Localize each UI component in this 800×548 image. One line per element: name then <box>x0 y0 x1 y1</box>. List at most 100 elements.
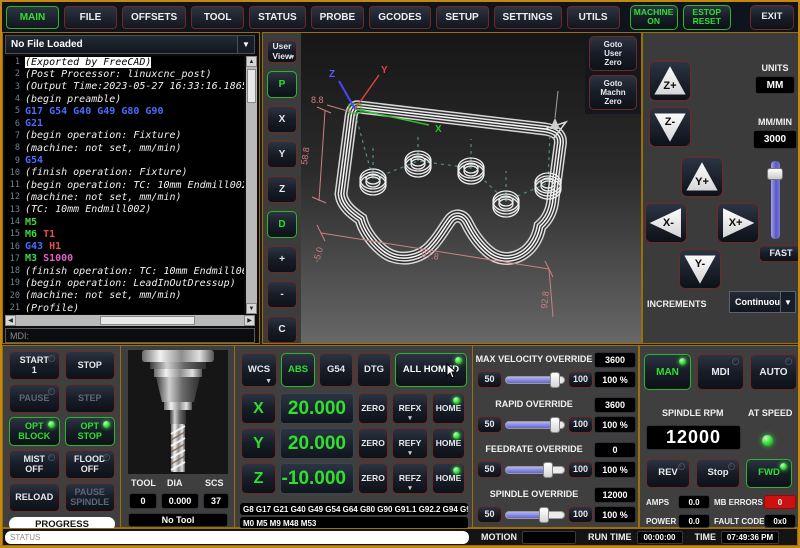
hscroll-thumb[interactable] <box>100 316 195 325</box>
exit-button[interactable]: EXIT <box>750 5 794 30</box>
slider-handle[interactable] <box>550 372 560 388</box>
gcode-line[interactable]: 3(Output Time:2023-05-27 16:33:16.1865 <box>5 81 244 93</box>
gcode-editor[interactable]: 1(Exported by FreeCAD)2(Post Processor: … <box>5 56 244 314</box>
goto-machine-zero-button[interactable]: Goto Machn Zero <box>589 75 637 110</box>
tab-setup[interactable]: SETUP <box>436 6 489 29</box>
ref-y-button[interactable]: REFY▾ <box>392 428 428 459</box>
gcode-line[interactable]: 19(begin operation: LeadInOutDressup) <box>5 277 244 289</box>
mode-man-button[interactable]: MAN <box>644 354 691 390</box>
jog-z-minus-button[interactable]: Z- <box>649 107 691 147</box>
override-min-spindle-button[interactable]: 50 <box>477 506 502 523</box>
ref-z-button[interactable]: REFZ▾ <box>392 463 428 494</box>
tab-offsets[interactable]: OFFSETS <box>122 6 186 29</box>
tab-utils[interactable]: UTILS <box>567 6 620 29</box>
gcode-line[interactable]: 21(Profile) <box>5 302 244 314</box>
estop-reset-button[interactable]: ESTOP RESET <box>683 5 731 30</box>
mode-auto-button[interactable]: AUTO <box>750 354 797 390</box>
mdi-input[interactable]: MDI: <box>5 328 255 343</box>
zero-x-button[interactable]: ZERO <box>358 393 388 424</box>
gcode-line[interactable]: 2(Post Processor: linuxcnc_post) <box>5 68 244 80</box>
gcode-line[interactable]: 14M5 <box>5 216 244 228</box>
gcode-line[interactable]: 8(machine: not set, mm/min) <box>5 142 244 154</box>
override-min-feedrate-button[interactable]: 50 <box>477 461 502 478</box>
scroll-down-icon[interactable]: ▼ <box>246 303 257 314</box>
wcs-system-button[interactable]: G54 <box>319 353 353 387</box>
slider-handle[interactable] <box>550 417 560 433</box>
gcode-line[interactable]: 17M3 S1000 <box>5 253 244 265</box>
scroll-up-icon[interactable]: ▲ <box>246 56 257 67</box>
view-button-x[interactable]: X <box>267 106 297 133</box>
mist-button[interactable]: MIST OFF <box>9 450 60 479</box>
jog-speed-slider[interactable] <box>771 161 780 239</box>
abs-button[interactable]: ABS <box>281 353 315 387</box>
home-z-button[interactable]: HOME <box>432 463 465 494</box>
override-min-max-velocity-button[interactable]: 50 <box>477 371 502 388</box>
gcode-line[interactable]: 16G43 H1 <box>5 240 244 252</box>
axis-x-button[interactable]: X <box>241 393 276 424</box>
file-combo[interactable]: No File Loaded ▼ <box>5 35 255 54</box>
override-slider-feedrate[interactable] <box>505 466 565 474</box>
step-button[interactable]: STEP <box>65 384 116 413</box>
jog-x-minus-button[interactable]: X- <box>645 203 687 243</box>
jog-z-plus-button[interactable]: Z+ <box>649 61 691 101</box>
tab-probe[interactable]: PROBE <box>311 6 365 29</box>
view-button-c[interactable]: C <box>267 316 297 343</box>
gcode-line[interactable]: 20(machine: not set, mm/min) <box>5 290 244 302</box>
pause-spindle-button[interactable]: PAUSE SPINDLE <box>65 483 116 512</box>
view-button-z[interactable]: Z <box>267 176 297 203</box>
view-button-p[interactable]: P <box>267 71 297 98</box>
tab-file[interactable]: FILE <box>64 6 117 29</box>
chevron-down-icon[interactable]: ▼ <box>780 292 795 312</box>
goto-user-zero-button[interactable]: Goto User Zero <box>589 36 637 71</box>
chevron-down-icon[interactable]: ▼ <box>237 36 254 53</box>
gcode-line[interactable]: 6G21 <box>5 117 244 129</box>
spindle-stop-button[interactable]: Stop <box>696 459 740 488</box>
gcode-line[interactable]: 10(finish operation: Fixture) <box>5 167 244 179</box>
gcode-line[interactable]: 11(begin operation: TC: 10mm Endmill002 <box>5 179 244 191</box>
opt-stop-button[interactable]: OPT STOP <box>65 417 116 446</box>
axis-z-button[interactable]: Z <box>241 463 276 494</box>
wcs-button[interactable]: WCS ▼ <box>241 353 277 387</box>
machine-on-button[interactable]: MACHINE ON <box>630 5 678 30</box>
increments-combo[interactable]: Continuous ▼ <box>729 291 796 313</box>
dtg-button[interactable]: DTG <box>357 353 391 387</box>
view-button-minus[interactable]: - <box>267 281 297 308</box>
override-max-spindle-button[interactable]: 100 <box>568 506 593 523</box>
cycle-start-button[interactable]: START 1 <box>9 351 60 380</box>
gcode-line[interactable]: 5G17 G54 G40 G49 G80 G90 <box>5 105 244 117</box>
fast-button[interactable]: FAST <box>759 245 800 262</box>
axis-y-button[interactable]: Y <box>241 428 276 459</box>
horizontal-scrollbar[interactable]: ◀ ▶ <box>5 315 255 326</box>
jog-y-minus-button[interactable]: Y- <box>679 249 721 289</box>
gcode-line[interactable]: 1(Exported by FreeCAD) <box>5 56 244 68</box>
spindle-fwd-button[interactable]: FWD <box>746 459 792 488</box>
slider-handle[interactable] <box>767 168 783 180</box>
view-button-d[interactable]: D <box>267 211 297 238</box>
jog-x-plus-button[interactable]: X+ <box>717 203 759 243</box>
reload-button[interactable]: RELOAD <box>9 483 60 512</box>
pause-button[interactable]: PAUSE <box>9 384 60 413</box>
override-slider-rapid[interactable] <box>505 421 565 429</box>
zero-z-button[interactable]: ZERO <box>358 463 388 494</box>
slider-handle[interactable] <box>543 462 553 478</box>
tab-main[interactable]: MAIN <box>6 6 59 29</box>
override-slider-max-velocity[interactable] <box>505 376 565 384</box>
gcode-line[interactable]: 15M6 T1 <box>5 228 244 240</box>
flood-button[interactable]: FLOOD OFF <box>65 450 116 479</box>
tab-settings[interactable]: SETTINGS <box>494 6 562 29</box>
opt-block-button[interactable]: OPT BLOCK <box>9 417 60 446</box>
mode-mdi-button[interactable]: MDI <box>697 354 744 390</box>
home-y-button[interactable]: HOME <box>432 428 465 459</box>
gcode-line[interactable]: 9G54 <box>5 154 244 166</box>
jog-y-plus-button[interactable]: Y+ <box>681 157 723 197</box>
override-min-rapid-button[interactable]: 50 <box>477 416 502 433</box>
gcode-line[interactable]: 4(begin preamble) <box>5 93 244 105</box>
override-slider-spindle[interactable] <box>505 511 565 519</box>
tab-status[interactable]: STATUS <box>249 6 306 29</box>
tab-tool[interactable]: TOOL <box>191 6 244 29</box>
view-button-plus[interactable]: + <box>267 246 297 273</box>
override-max-rapid-button[interactable]: 100 <box>568 416 593 433</box>
gcode-line[interactable]: 13(TC: 10mm Endmill002) <box>5 204 244 216</box>
tab-gcodes[interactable]: GCODES <box>369 6 430 29</box>
scroll-left-icon[interactable]: ◀ <box>5 315 16 326</box>
